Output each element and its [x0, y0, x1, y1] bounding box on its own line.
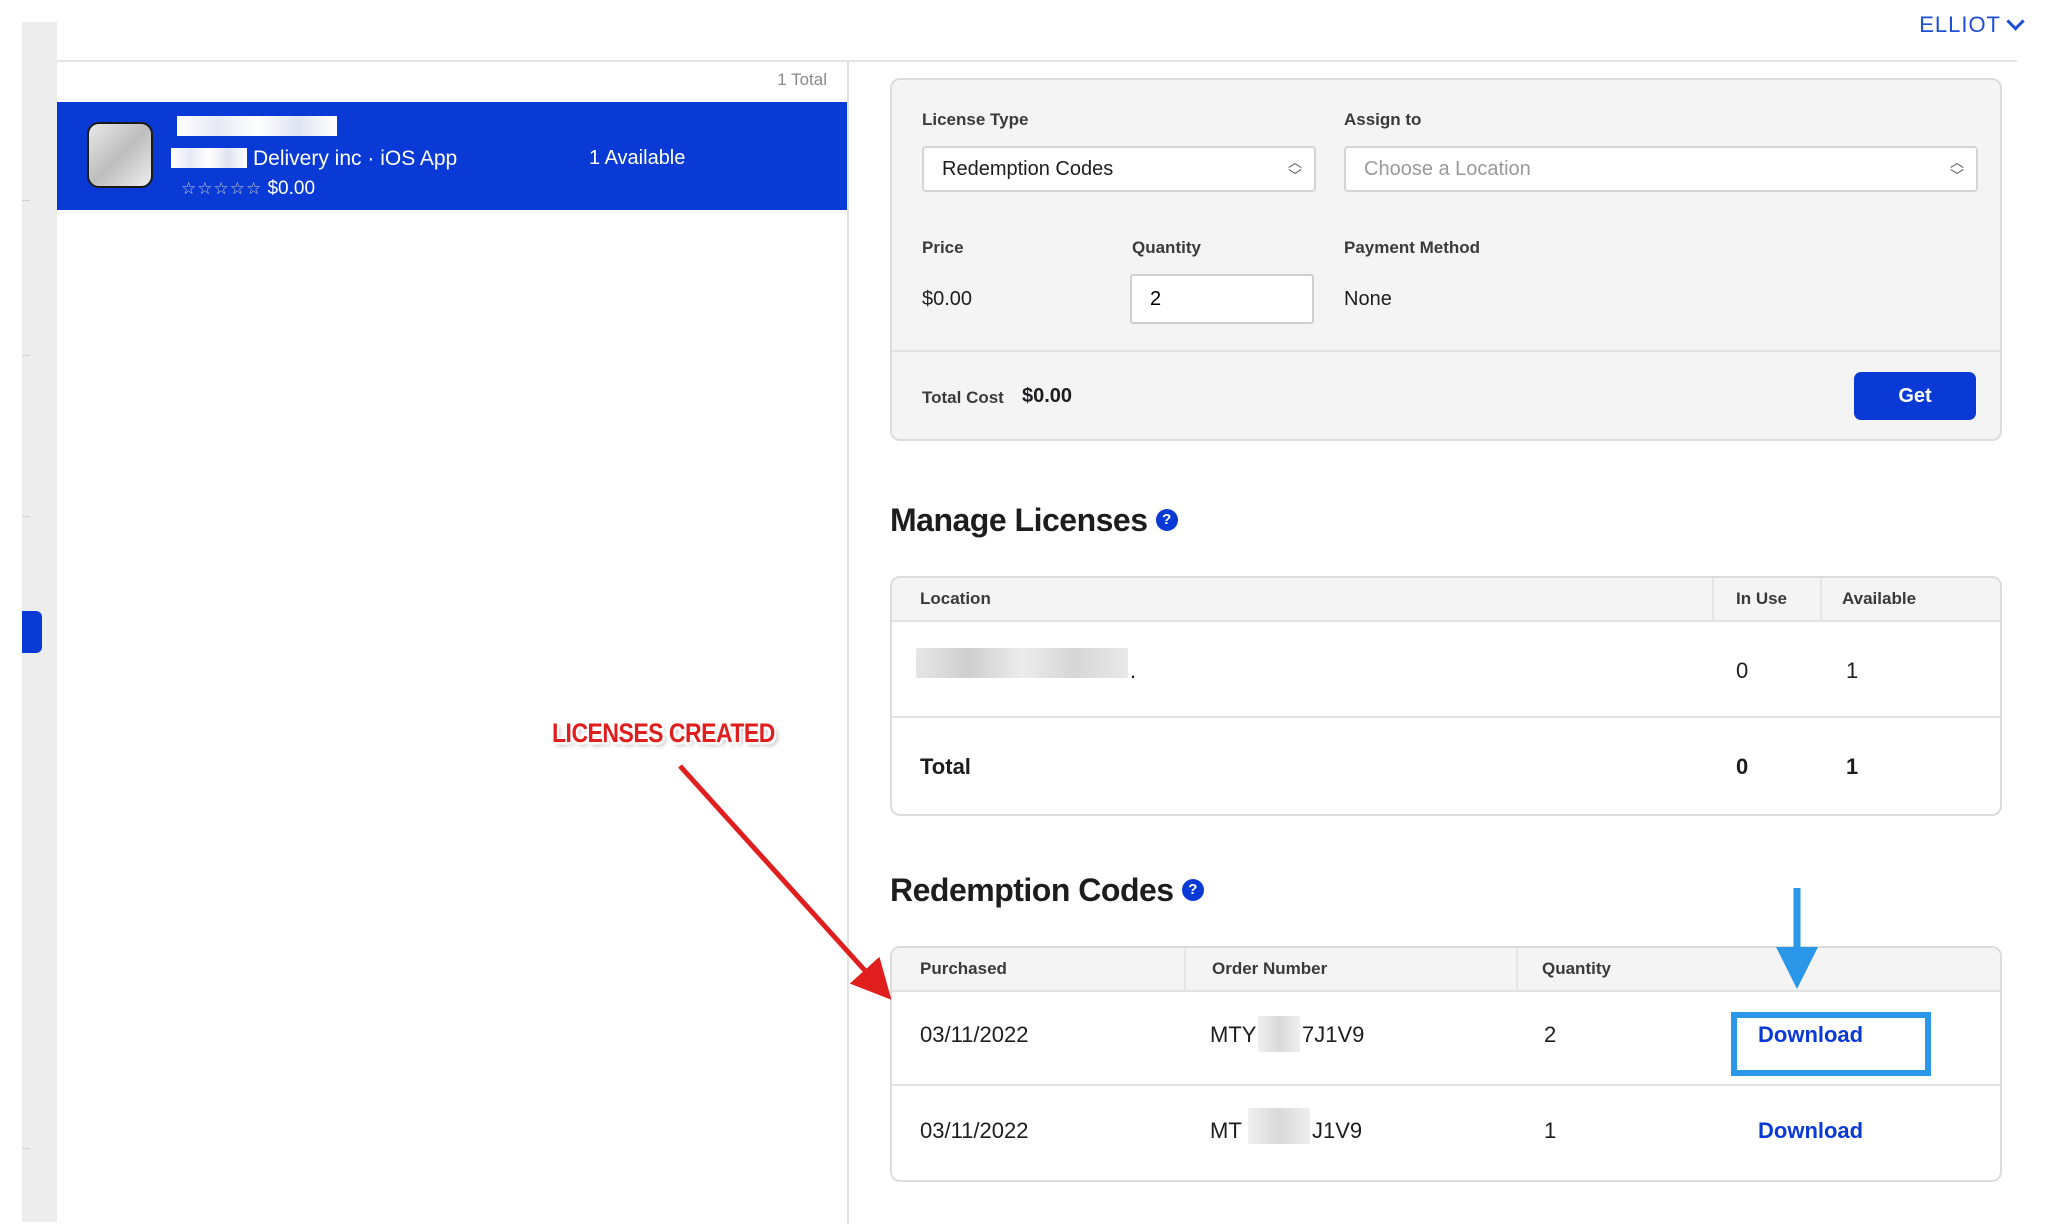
red-arrow [678, 764, 892, 1000]
download-highlight-box [1731, 1012, 1931, 1076]
